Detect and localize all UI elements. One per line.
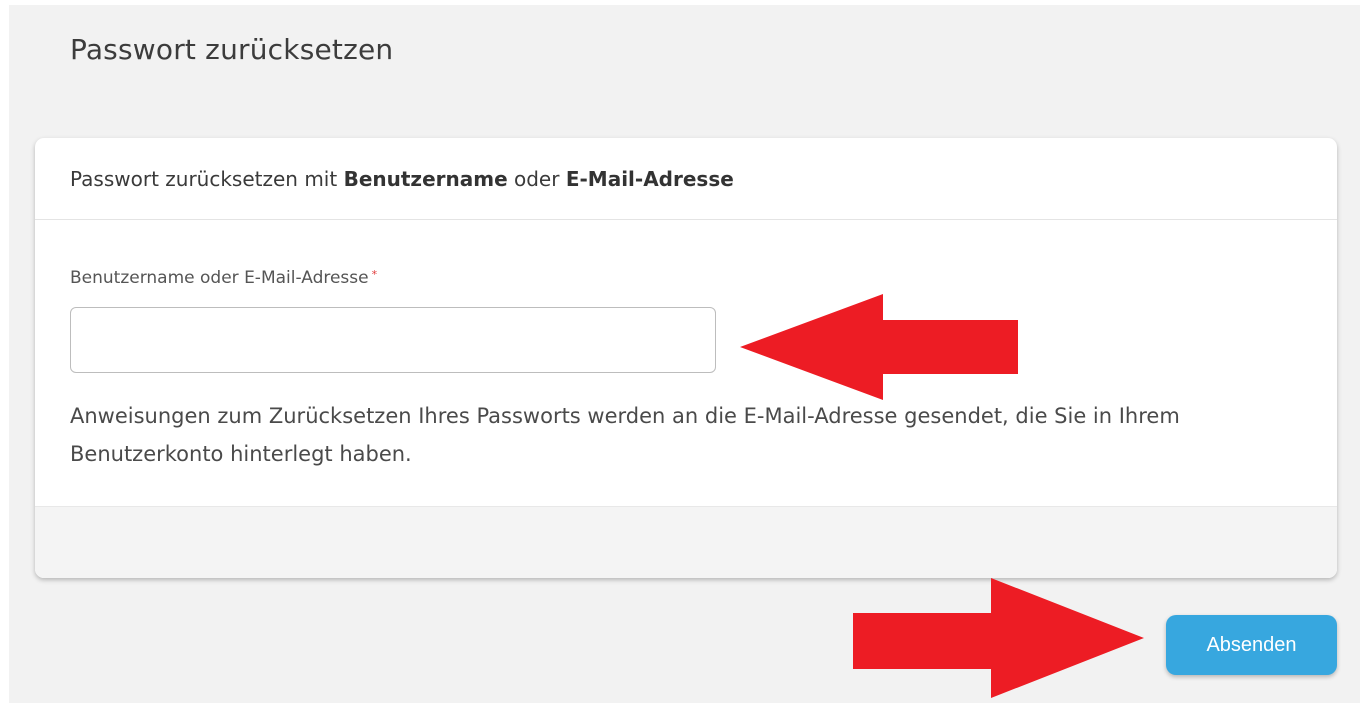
reset-password-card: Passwort zurücksetzen mit Benutzername o… bbox=[35, 138, 1337, 578]
arrow-left-icon bbox=[740, 294, 1018, 400]
card-header-username: Benutzername bbox=[343, 166, 508, 191]
card-body: Benutzername oder E-Mail-Adresse * Anweis… bbox=[35, 220, 1337, 506]
help-text: Anweisungen zum Zurücksetzen Ihres Passw… bbox=[70, 404, 1180, 466]
username-email-label: Benutzername oder E-Mail-Adresse * bbox=[70, 268, 377, 288]
submit-button[interactable]: Absenden bbox=[1166, 615, 1337, 675]
card-header-middle: oder bbox=[507, 166, 566, 191]
card-header-prefix: Passwort zurücksetzen mit bbox=[70, 166, 344, 191]
card-footer bbox=[35, 506, 1337, 578]
card-header-email: E-Mail-Adresse bbox=[565, 166, 734, 191]
username-email-input[interactable] bbox=[70, 307, 716, 373]
arrow-right-icon bbox=[853, 578, 1144, 698]
card-header: Passwort zurücksetzen mit Benutzername o… bbox=[35, 138, 1337, 220]
username-email-label-text: Benutzername oder E-Mail-Adresse bbox=[70, 268, 369, 288]
required-star: * bbox=[371, 268, 378, 281]
page-title: Passwort zurücksetzen bbox=[70, 33, 394, 66]
